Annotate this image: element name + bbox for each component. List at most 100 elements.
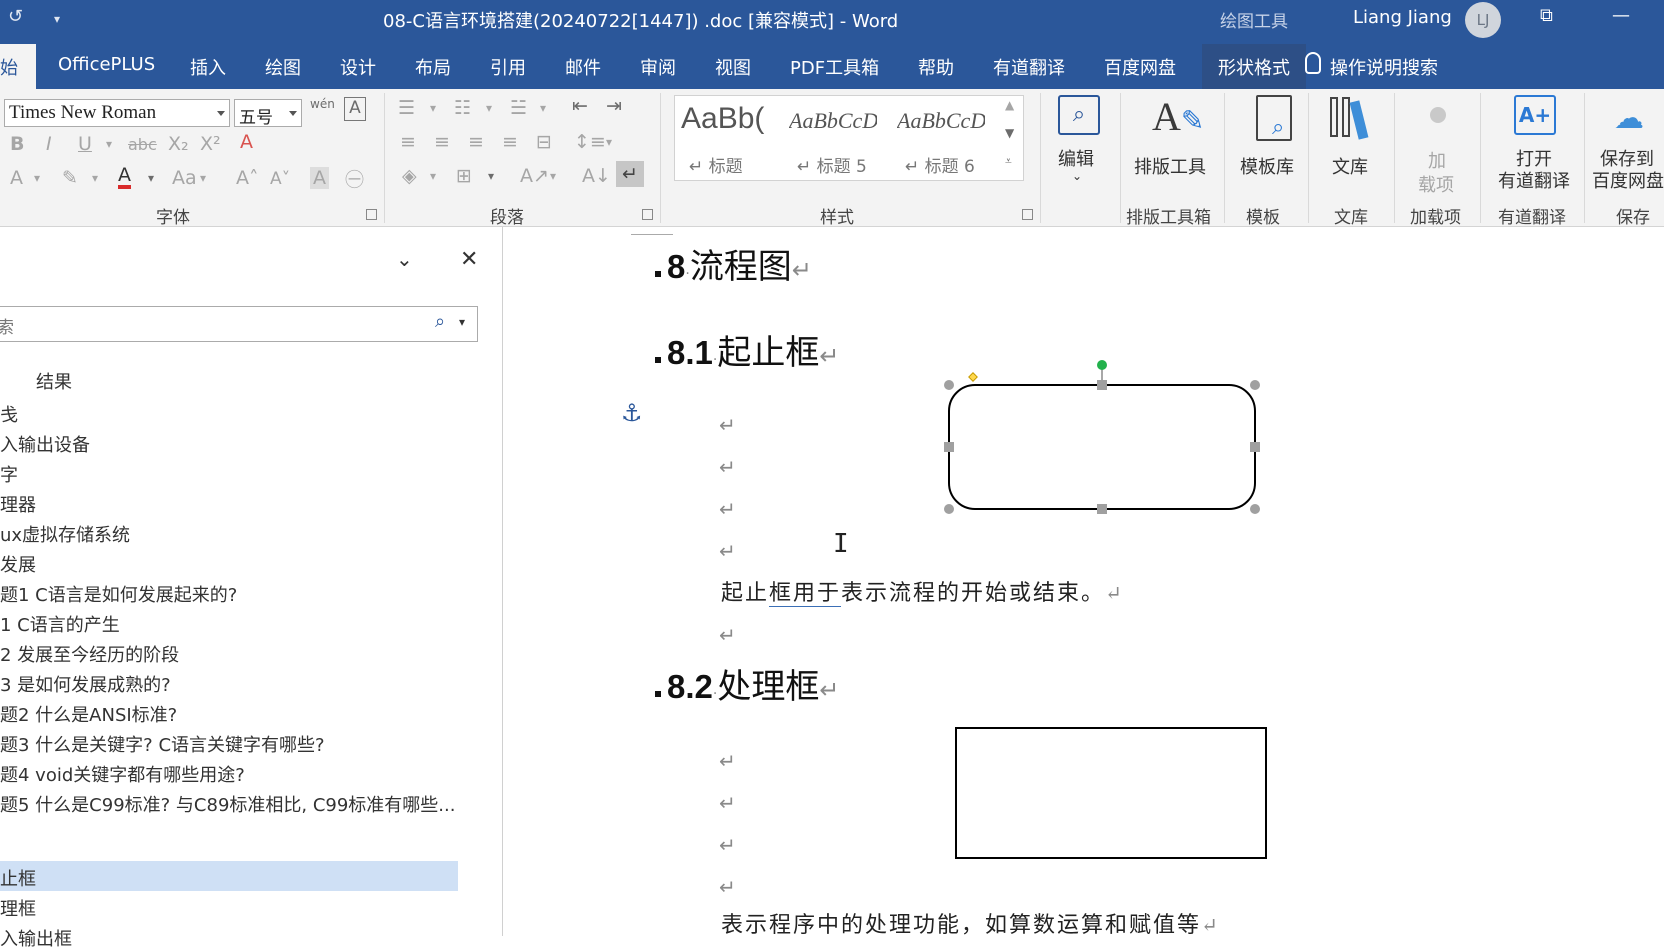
- borders-icon[interactable]: ⊞: [456, 165, 472, 187]
- heading-8-1[interactable]: 8.1·起止框↵: [655, 325, 839, 374]
- tab-officeplus[interactable]: OfficePLUS: [58, 54, 155, 75]
- resize-handle[interactable]: [1250, 504, 1260, 514]
- tab-review[interactable]: 审阅: [640, 54, 676, 80]
- sort-icon[interactable]: A↓: [582, 165, 611, 187]
- shading-icon[interactable]: ◈: [402, 165, 417, 187]
- undo-icon[interactable]: ↺: [8, 6, 23, 27]
- chevron-down-icon[interactable]: ▾: [488, 169, 494, 183]
- user-name[interactable]: Liang Jiang: [1353, 7, 1452, 28]
- edit-button[interactable]: ⌕ 编辑 ⌄: [1054, 93, 1106, 193]
- nav-search-input[interactable]: 索 ⌕ ▾: [0, 306, 478, 342]
- list-item-selected[interactable]: 止框: [0, 865, 36, 891]
- tab-design[interactable]: 设计: [340, 54, 376, 80]
- chevron-down-icon[interactable]: ▾: [92, 171, 98, 185]
- addins-button[interactable]: 加 载项: [1404, 93, 1474, 196]
- tab-results[interactable]: 结果: [36, 368, 72, 394]
- terminator-shape[interactable]: [939, 357, 1269, 537]
- list-item[interactable]: 2 发展至今经历的阶段: [0, 641, 179, 667]
- clear-formatting-icon[interactable]: A: [240, 131, 253, 153]
- list-item[interactable]: 题3 什么是关键字? C语言关键字有哪些?: [0, 731, 325, 757]
- template-library-button[interactable]: ⌕ 模板库: [1236, 93, 1316, 193]
- multilevel-list-icon[interactable]: ☱: [510, 97, 527, 119]
- styles-scroll-up-icon[interactable]: ▲: [1005, 98, 1014, 112]
- chevron-down-icon[interactable]: ▾: [540, 101, 546, 115]
- avatar[interactable]: LJ: [1465, 2, 1501, 38]
- tab-pdf-toolbox[interactable]: PDF工具箱: [790, 54, 879, 80]
- styles-dialog-launcher[interactable]: [1022, 209, 1033, 220]
- tell-me-search[interactable]: 操作说明搜索: [1330, 54, 1438, 80]
- bold-icon[interactable]: B: [10, 133, 24, 155]
- font-size-box[interactable]: 五号: [234, 99, 302, 128]
- align-center-icon[interactable]: ≡: [434, 131, 450, 153]
- resize-handle[interactable]: [1097, 504, 1107, 514]
- font-name-box[interactable]: Times New Roman: [4, 99, 230, 127]
- list-item[interactable]: 3 是如何发展成熟的?: [0, 671, 171, 697]
- chevron-down-icon[interactable]: ▾: [430, 101, 436, 115]
- adjust-handle[interactable]: [968, 372, 978, 382]
- justify-icon[interactable]: ≡: [502, 131, 518, 153]
- document-canvas[interactable]: 8·流程图↵ 8.1·起止框↵ ⚓ ↵ ↵ ↵ ↵ I 起止框用于表示流程的开始…: [503, 227, 1664, 936]
- paragraph-dialog-launcher[interactable]: [642, 209, 653, 220]
- chevron-down-icon[interactable]: ▾: [430, 169, 436, 183]
- text-effects-icon[interactable]: A: [10, 167, 23, 189]
- tab-mailings[interactable]: 邮件: [565, 54, 601, 80]
- resize-handle[interactable]: [944, 380, 954, 390]
- chevron-down-icon[interactable]: ▾: [34, 171, 40, 185]
- chevron-down-icon[interactable]: ⌄: [396, 247, 413, 271]
- resize-handle[interactable]: [1097, 380, 1107, 390]
- bullets-icon[interactable]: ☰: [398, 97, 415, 119]
- style-heading-5[interactable]: AaBbCcDd ↵ 标题 5: [785, 100, 877, 177]
- list-item[interactable]: 入输出设备: [0, 431, 90, 457]
- save-to-baidu-button[interactable]: ☁ 保存到 百度网盘: [1592, 93, 1664, 193]
- underline-icon[interactable]: U: [78, 133, 92, 155]
- tab-shape-format[interactable]: 形状格式: [1202, 44, 1306, 89]
- heading-8[interactable]: 8·流程图↵: [655, 239, 812, 288]
- align-left-icon[interactable]: ≡: [400, 131, 416, 153]
- tab-view[interactable]: 视图: [715, 54, 751, 80]
- chevron-down-icon[interactable]: ▾: [550, 169, 556, 183]
- resize-handle[interactable]: [1250, 380, 1260, 390]
- chevron-down-icon[interactable]: ▾: [148, 171, 154, 185]
- minimize-icon[interactable]: —: [1612, 5, 1630, 26]
- chevron-down-icon[interactable]: ▾: [486, 101, 492, 115]
- italic-icon[interactable]: I: [46, 133, 52, 155]
- rotate-handle[interactable]: [1097, 360, 1107, 370]
- list-item[interactable]: 理器: [0, 491, 36, 517]
- tab-home[interactable]: 始: [0, 44, 36, 89]
- tab-insert[interactable]: 插入: [190, 54, 226, 80]
- close-icon[interactable]: ✕: [460, 247, 478, 272]
- phonetic-guide-icon[interactable]: wén: [310, 97, 335, 111]
- style-heading-6[interactable]: AaBbCcDd ↵ 标题 6: [893, 100, 985, 177]
- list-item[interactable]: 题5 什么是C99标准? 与C89标准相比, C99标准有哪些...: [0, 791, 455, 817]
- shrink-font-icon[interactable]: A˅: [270, 169, 290, 189]
- character-shading-icon[interactable]: A: [310, 167, 329, 189]
- subscript-icon[interactable]: X₂: [168, 133, 189, 155]
- list-item[interactable]: 1 C语言的产生: [0, 611, 120, 637]
- decrease-indent-icon[interactable]: ⇤: [572, 95, 588, 117]
- change-case-icon[interactable]: Aa: [172, 167, 197, 189]
- search-icon[interactable]: ⌕: [435, 311, 445, 332]
- list-item[interactable]: 发展: [0, 551, 36, 577]
- list-item[interactable]: 理框: [0, 895, 36, 921]
- heading-8-2[interactable]: 8.2·处理框↵: [655, 659, 839, 708]
- resize-handle[interactable]: [944, 442, 954, 452]
- process-description[interactable]: 表示程序中的处理功能，如算数运算和赋值等↵: [721, 907, 1218, 936]
- numbering-icon[interactable]: ☷: [454, 97, 471, 119]
- increase-indent-icon[interactable]: ⇥: [606, 95, 622, 117]
- list-item[interactable]: 字: [0, 461, 18, 487]
- tab-help[interactable]: 帮助: [918, 54, 954, 80]
- styles-more-icon[interactable]: ⩡: [1005, 154, 1012, 169]
- tab-baidu[interactable]: 百度网盘: [1104, 54, 1176, 80]
- list-item[interactable]: 题4 void关键字都有哪些用途?: [0, 761, 245, 787]
- list-item[interactable]: 题2 什么是ANSI标准?: [0, 701, 177, 727]
- align-right-icon[interactable]: ≡: [468, 131, 484, 153]
- resize-handle[interactable]: [1250, 442, 1260, 452]
- enclose-characters-icon[interactable]: ㊀: [345, 165, 364, 192]
- chevron-down-icon[interactable]: ▾: [200, 171, 206, 185]
- show-formatting-marks-icon[interactable]: ↵: [616, 161, 644, 187]
- line-spacing-icon[interactable]: ↕≡: [574, 131, 606, 153]
- chevron-down-icon[interactable]: ▾: [459, 315, 465, 329]
- list-item[interactable]: ux虚拟存储系统: [0, 521, 130, 547]
- tab-references[interactable]: 引用: [490, 54, 526, 80]
- highlight-icon[interactable]: ✎: [62, 167, 78, 189]
